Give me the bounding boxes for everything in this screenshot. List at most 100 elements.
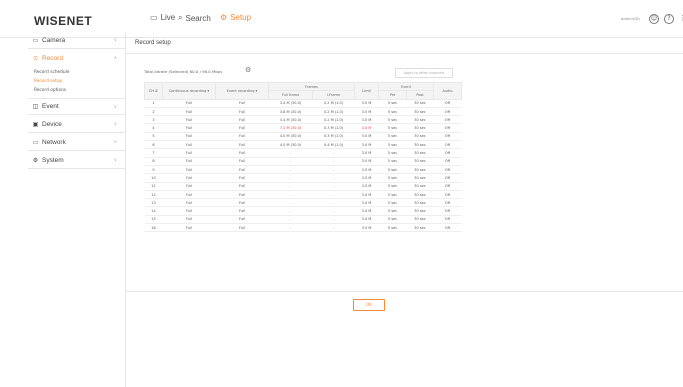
menu-camera[interactable]: ▭ Camera ∨	[28, 32, 126, 49]
cell-post[interactable]: 30 sec	[406, 165, 434, 175]
cell-post[interactable]: 30 sec	[406, 215, 434, 225]
cell-limit[interactable]: 3.0 M	[354, 115, 379, 125]
cell-audio[interactable]: Off	[433, 132, 462, 142]
cell-post[interactable]: 30 sec	[406, 206, 434, 216]
cell-event[interactable]: Full	[215, 140, 269, 150]
cell-continuous[interactable]: Full	[162, 165, 216, 175]
cell-continuous[interactable]: Full	[162, 198, 216, 208]
cell-limit[interactable]: 3.0 M	[354, 148, 379, 158]
table-row[interactable]: 16 Full Full - -3.0 M5 sec 30 sec Off	[144, 223, 462, 233]
apply-to-other-channels-button[interactable]: Apply to other channels	[395, 68, 453, 78]
cell-post[interactable]: 30 sec	[406, 223, 434, 233]
cell-post[interactable]: 30 sec	[406, 140, 434, 150]
cell-continuous[interactable]: Full	[162, 182, 216, 191]
cell-limit[interactable]: 3.0 M	[354, 173, 379, 183]
table-row[interactable]: 13 Full Full - -3.0 M5 sec 30 sec Off	[144, 198, 462, 208]
cell-post[interactable]: 30 sec	[406, 115, 434, 125]
gear-icon[interactable]: ⚙	[245, 66, 251, 74]
cell-audio[interactable]: Off	[433, 107, 462, 117]
cell-limit[interactable]: 3.0 M	[354, 157, 379, 166]
cell-pre[interactable]: 5 sec	[378, 223, 407, 233]
cell-audio[interactable]: Off	[433, 140, 462, 150]
cell-continuous[interactable]: Full	[162, 140, 216, 150]
menu-record[interactable]: ⊙ Record ∧	[28, 50, 126, 67]
cell-continuous[interactable]: Full	[162, 215, 216, 225]
cell-continuous[interactable]: Full	[162, 173, 216, 183]
cell-continuous[interactable]: Full	[162, 157, 216, 166]
cell-continuous[interactable]: Full	[162, 123, 216, 133]
cell-event[interactable]: Full	[215, 223, 269, 233]
table-row[interactable]: 12 Full Full - -3.0 M5 sec 30 sec Off	[144, 190, 462, 200]
cell-limit[interactable]: 3.0 M	[354, 107, 379, 117]
cell-audio[interactable]: Off	[433, 165, 462, 175]
cell-audio[interactable]: Off	[433, 190, 462, 200]
cell-audio[interactable]: Off	[433, 148, 462, 158]
cell-limit[interactable]: 4.0 M	[354, 123, 379, 133]
cell-event[interactable]: Full	[215, 107, 269, 117]
cell-limit[interactable]: 3.0 M	[354, 190, 379, 200]
cell-limit[interactable]: 3.0 M	[354, 99, 379, 108]
cell-event[interactable]: Full	[215, 157, 269, 166]
col-event-recording[interactable]: Event recording ▾	[215, 82, 269, 100]
cell-continuous[interactable]: Full	[162, 223, 216, 233]
cell-event[interactable]: Full	[215, 115, 269, 125]
cell-continuous[interactable]: Full	[162, 132, 216, 142]
table-row[interactable]: 3 Full Full 3.4 M (30.0) 0.2 M (1.0) 3.0 M5 s…	[144, 115, 462, 125]
cell-limit[interactable]: 3.0 M	[354, 165, 379, 175]
cell-continuous[interactable]: Full	[162, 206, 216, 216]
cell-continuous[interactable]: Full	[162, 190, 216, 200]
user-icon[interactable]: ☺	[649, 14, 659, 24]
cell-post[interactable]: 30 sec	[406, 123, 434, 133]
menu-event[interactable]: ◫ Event ∨	[28, 98, 126, 115]
cell-pre[interactable]: 5 sec	[378, 198, 407, 208]
cell-limit[interactable]: 3.0 M	[354, 198, 379, 208]
cell-pre[interactable]: 5 sec	[378, 140, 407, 150]
cell-continuous[interactable]: Full	[162, 148, 216, 158]
submenu-record-setup[interactable]: Record setup	[34, 79, 62, 84]
cell-post[interactable]: 30 sec	[406, 157, 434, 166]
nav-live[interactable]: ▭ Live	[150, 13, 175, 22]
cell-post[interactable]: 30 sec	[406, 173, 434, 183]
cell-pre[interactable]: 5 sec	[378, 182, 407, 191]
cell-audio[interactable]: Off	[433, 215, 462, 225]
table-row[interactable]: 2 Full Full 3.8 M (30.0) 0.2 M (1.0) 3.0 M5 s…	[144, 107, 462, 117]
cell-audio[interactable]: Off	[433, 123, 462, 133]
table-row[interactable]: 14 Full Full - -3.0 M5 sec 30 sec Off	[144, 206, 462, 216]
cell-event[interactable]: Full	[215, 215, 269, 225]
nav-search[interactable]: ⌕ Search	[178, 13, 211, 23]
cell-limit[interactable]: 3.0 M	[354, 182, 379, 191]
table-row[interactable]: 5 Full Full 4.0 M (30.0) 0.3 M (1.0) 3.0 M5 s…	[144, 132, 462, 142]
cell-event[interactable]: Full	[215, 148, 269, 158]
cell-post[interactable]: 30 sec	[406, 198, 434, 208]
cell-event[interactable]: Full	[215, 123, 269, 133]
table-row[interactable]: 11 Full Full - -3.0 M5 sec 30 sec Off	[144, 182, 462, 191]
cell-pre[interactable]: 5 sec	[378, 157, 407, 166]
table-row[interactable]: 6 Full Full 4.0 M (30.0) 0.4 M (1.0) 3.0 M5 s…	[144, 140, 462, 150]
col-continuous-recording[interactable]: Continuous recording ▾	[162, 82, 216, 100]
menu-network[interactable]: ▭ Network ∨	[28, 134, 126, 151]
cell-limit[interactable]: 3.0 M	[354, 215, 379, 225]
cell-event[interactable]: Full	[215, 198, 269, 208]
cell-post[interactable]: 30 sec	[406, 148, 434, 158]
table-row[interactable]: 10 Full Full - -3.0 M5 sec 30 sec Off	[144, 173, 462, 183]
cell-audio[interactable]: Off	[433, 99, 462, 108]
cell-post[interactable]: 30 sec	[406, 132, 434, 142]
cell-pre[interactable]: 5 sec	[378, 99, 407, 108]
cell-pre[interactable]: 5 sec	[378, 107, 407, 117]
cell-limit[interactable]: 3.0 M	[354, 132, 379, 142]
col-ch[interactable]: CH ⇵	[144, 82, 163, 100]
cell-event[interactable]: Full	[215, 182, 269, 191]
cell-audio[interactable]: Off	[433, 198, 462, 208]
table-row[interactable]: 4 Full Full 7.2 M (30.0) 0.3 M (1.0) 4.0 M5 s…	[144, 123, 462, 133]
cell-event[interactable]: Full	[215, 206, 269, 216]
table-row[interactable]: 8 Full Full - -3.0 M5 sec 30 sec Off	[144, 157, 462, 166]
cell-continuous[interactable]: Full	[162, 115, 216, 125]
cell-post[interactable]: 30 sec	[406, 190, 434, 200]
ok-button[interactable]: OK	[353, 299, 385, 311]
cell-pre[interactable]: 5 sec	[378, 173, 407, 183]
table-row[interactable]: 7 Full Full - -3.0 M5 sec 30 sec Off	[144, 148, 462, 158]
cell-pre[interactable]: 5 sec	[378, 115, 407, 125]
cell-pre[interactable]: 5 sec	[378, 132, 407, 142]
menu-device[interactable]: ▣ Device ∨	[28, 116, 126, 133]
cell-post[interactable]: 30 sec	[406, 107, 434, 117]
